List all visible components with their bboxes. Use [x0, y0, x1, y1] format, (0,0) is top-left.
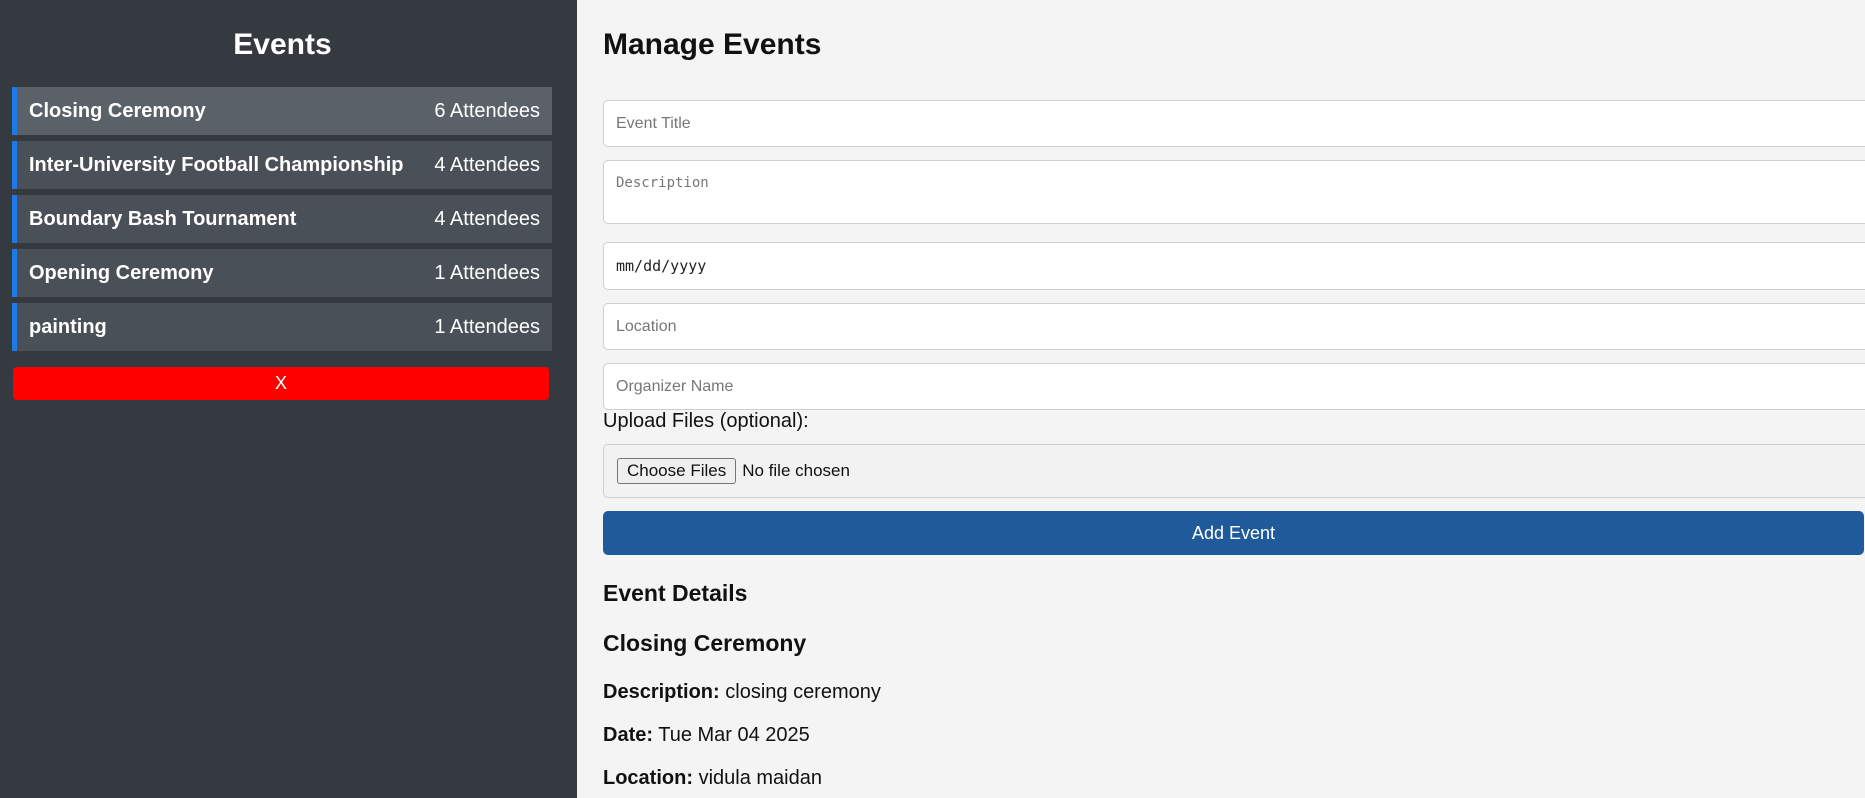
detail-location-value: vidula maidan	[698, 767, 822, 789]
event-attendees: 4 Attendees	[434, 153, 540, 176]
event-attendees: 4 Attendees	[434, 207, 540, 230]
choose-files-button[interactable]: Choose Files	[617, 458, 737, 484]
event-name: painting	[29, 315, 107, 338]
event-attendees: 6 Attendees	[434, 99, 540, 122]
detail-event-title: Closing Ceremony	[603, 630, 807, 656]
event-attendees: 1 Attendees	[434, 315, 540, 338]
description-textarea[interactable]: Description	[603, 160, 1865, 224]
event-name: Opening Ceremony	[29, 261, 214, 284]
description-placeholder: Description	[616, 175, 709, 191]
file-upload-field: Choose Files No file chosen	[603, 444, 1865, 498]
event-title-placeholder: Event Title	[616, 114, 691, 132]
date-placeholder: mm/dd/yyyy	[616, 257, 707, 275]
event-attendees: 1 Attendees	[434, 261, 540, 284]
close-button[interactable]: X	[13, 367, 549, 400]
event-item[interactable]: Closing Ceremony 6 Attendees	[12, 87, 552, 135]
organizer-input[interactable]: Organizer Name	[603, 363, 1865, 410]
detail-description-value: closing ceremony	[725, 681, 881, 703]
location-placeholder: Location	[616, 317, 677, 335]
event-name: Closing Ceremony	[29, 99, 206, 122]
detail-date: Date: Tue Mar 04 2025	[603, 724, 810, 747]
sidebar: Events Closing Ceremony 6 Attendees Inte…	[0, 0, 577, 798]
location-input[interactable]: Location	[603, 303, 1865, 350]
event-details-heading: Event Details	[603, 580, 748, 606]
detail-date-label: Date:	[603, 724, 654, 746]
organizer-placeholder: Organizer Name	[616, 377, 734, 395]
event-item[interactable]: Opening Ceremony 1 Attendees	[12, 249, 552, 297]
detail-description-label: Description:	[603, 681, 720, 703]
event-title-input[interactable]: Event Title	[603, 100, 1865, 147]
upload-label: Upload Files (optional):	[603, 410, 809, 432]
sidebar-title: Events	[233, 28, 332, 61]
detail-location: Location: vidula maidan	[603, 767, 822, 790]
date-input[interactable]: mm/dd/yyyy	[603, 242, 1865, 290]
detail-location-label: Location:	[603, 767, 693, 789]
event-item[interactable]: Inter-University Football Championship 4…	[12, 141, 552, 189]
event-name: Boundary Bash Tournament	[29, 207, 297, 230]
detail-date-value: Tue Mar 04 2025	[658, 724, 810, 746]
event-item[interactable]: Boundary Bash Tournament 4 Attendees	[12, 195, 552, 243]
add-event-button[interactable]: Add Event	[603, 511, 1864, 555]
file-status: No file chosen	[742, 461, 850, 480]
page-title: Manage Events	[603, 28, 822, 61]
event-item[interactable]: painting 1 Attendees	[12, 303, 552, 351]
main-panel: Manage Events Event Title Description mm…	[577, 0, 1865, 798]
detail-description: Description: closing ceremony	[603, 681, 881, 704]
event-name: Inter-University Football Championship	[29, 153, 404, 176]
event-list: Closing Ceremony 6 Attendees Inter-Unive…	[12, 87, 552, 357]
